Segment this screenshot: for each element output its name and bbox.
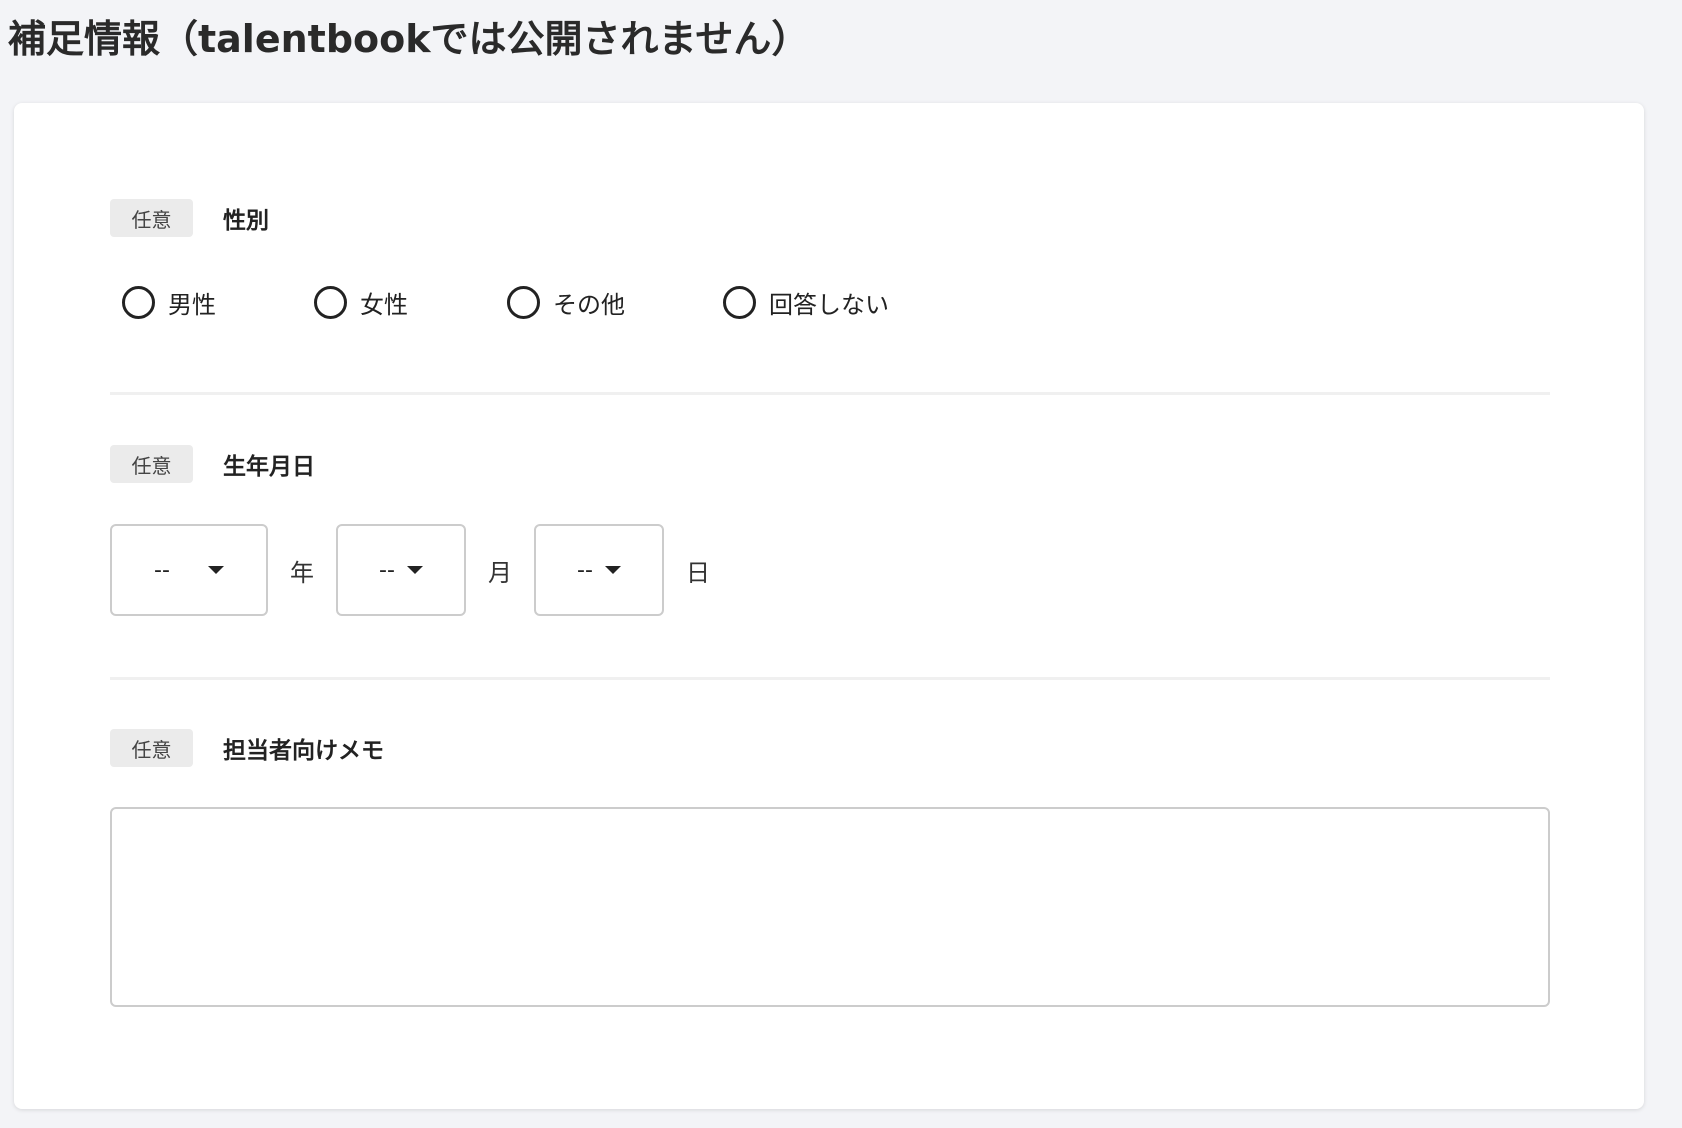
gender-option-other-label: その他 [553,290,625,319]
gender-option-other[interactable]: その他 [507,285,723,320]
gender-field-header: 任意 性別 [110,199,1550,237]
radio-button-female[interactable] [314,285,347,319]
divider [110,392,1550,395]
gender-option-male[interactable]: 男性 [122,285,314,320]
chevron-down-icon [604,566,621,574]
month-unit: 月 [488,558,512,587]
section-title: 補足情報（talentbookでは公開されません） [8,17,810,61]
radio-button-other[interactable] [507,285,540,319]
year-select[interactable]: -- [110,524,268,616]
year-select-value: -- [154,557,170,583]
gender-option-male-label: 男性 [168,290,216,319]
gender-label: 性別 [223,208,269,234]
page: 補足情報（talentbookでは公開されません） 任意 性別 男性 女性 その [0,0,1682,1128]
gender-option-female-label: 女性 [360,290,408,319]
month-select[interactable]: -- [336,524,466,616]
chevron-down-icon [207,566,224,574]
radio-button-no-answer[interactable] [723,285,756,319]
gender-option-no-answer-label: 回答しない [769,290,889,319]
year-unit: 年 [290,558,314,587]
day-select[interactable]: -- [534,524,664,616]
memo-textarea[interactable] [110,807,1550,1007]
month-select-value: -- [379,557,395,583]
divider [110,677,1550,680]
optional-badge: 任意 [110,445,193,483]
gender-radio-group: 男性 女性 その他 回答しない [110,282,1550,322]
day-unit: 日 [686,558,710,587]
birthdate-label: 生年月日 [223,454,315,480]
form-card: 任意 性別 男性 女性 その他 回答しない 任意 生年月日 -- 年 -- 月 … [14,103,1644,1109]
gender-option-no-answer[interactable]: 回答しない [723,285,889,320]
gender-field: 任意 性別 男性 女性 その他 回答しない [110,199,1550,322]
chevron-down-icon [406,566,423,574]
memo-field: 任意 担当者向けメモ [110,729,1550,1011]
day-select-value: -- [577,557,593,583]
birthdate-field: 任意 生年月日 -- 年 -- 月 -- 日 [110,445,1550,616]
gender-option-female[interactable]: 女性 [314,285,507,320]
memo-field-header: 任意 担当者向けメモ [110,729,1550,767]
birthdate-selects: -- 年 -- 月 -- 日 [110,524,1550,616]
optional-badge: 任意 [110,199,193,237]
optional-badge: 任意 [110,729,193,767]
radio-button-male[interactable] [122,285,155,319]
birthdate-field-header: 任意 生年月日 [110,445,1550,483]
memo-label: 担当者向けメモ [223,738,384,764]
